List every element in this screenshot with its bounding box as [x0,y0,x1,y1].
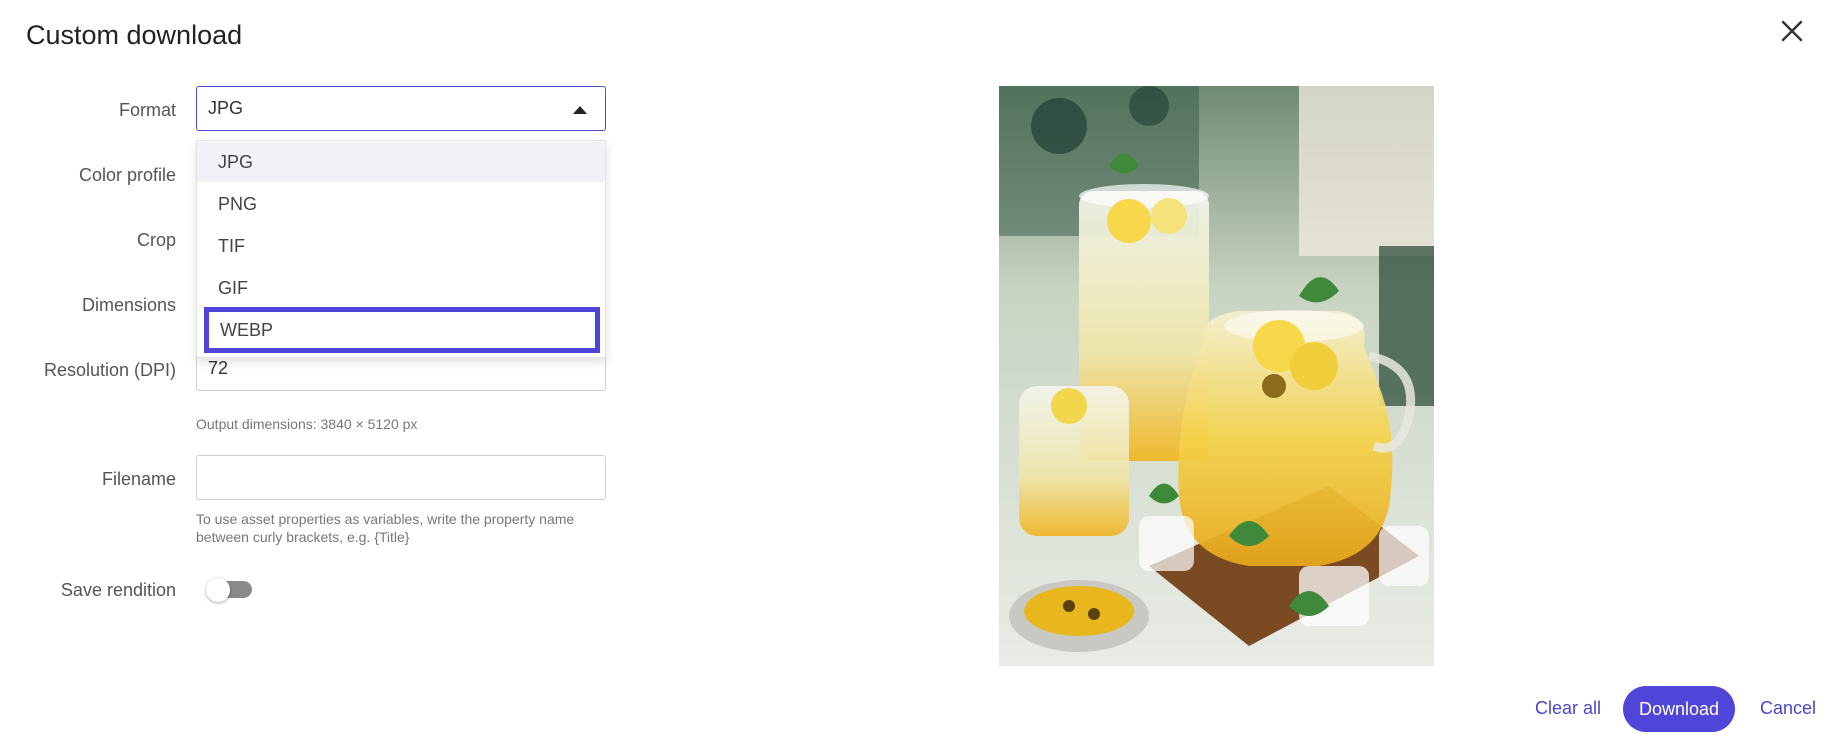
save-rendition-label: Save rendition [60,580,176,600]
close-icon [1781,20,1803,42]
format-option-webp[interactable]: WEBP [204,307,600,353]
format-option-gif[interactable]: GIF [197,268,605,308]
format-select-value: JPG [208,98,244,118]
format-option-png[interactable]: PNG [197,184,605,224]
clear-all-link[interactable]: Clear all [1535,698,1601,719]
toggle-knob [206,578,230,602]
format-label: Format [118,100,176,120]
output-dimensions-text: Output dimensions: 3840 × 5120 px [196,416,418,432]
filename-label: Filename [101,469,176,489]
crop-label: Crop [136,230,176,250]
filename-input[interactable] [196,455,606,500]
dialog-title: Custom download [26,20,243,50]
resolution-value: 72 [208,358,229,378]
format-option-tif[interactable]: TIF [197,226,605,266]
download-button[interactable]: Download [1623,686,1735,732]
format-dropdown-menu: JPG PNG TIF GIF WEBP [196,140,606,358]
cancel-link[interactable]: Cancel [1760,698,1816,719]
close-button[interactable] [1779,18,1805,44]
format-option-jpg[interactable]: JPG [197,142,605,182]
color-profile-label: Color profile [78,165,176,185]
asset-preview-image [999,86,1434,666]
save-rendition-toggle[interactable] [206,578,254,602]
preview-illustration [999,86,1434,666]
dimensions-label: Dimensions [81,295,176,315]
caret-up-icon [573,106,587,114]
filename-hint: To use asset properties as variables, wr… [196,511,575,545]
format-select[interactable]: JPG [196,86,606,131]
resolution-label: Resolution (DPI) [43,360,176,380]
